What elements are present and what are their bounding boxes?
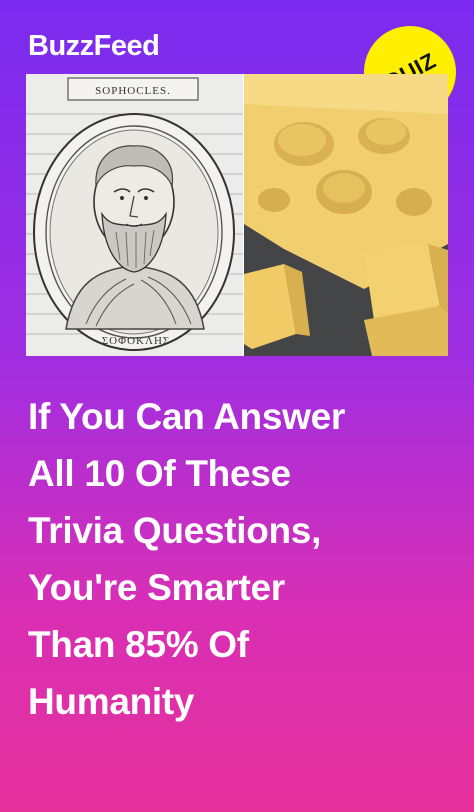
headline-line: You're Smarter bbox=[28, 567, 285, 608]
headline-line: Humanity bbox=[28, 681, 195, 722]
headline-line: Than 85% Of bbox=[28, 624, 249, 665]
headline-line: All 10 Of These bbox=[28, 453, 291, 494]
engraving-bottom-caption: ΣΟΦΟΚΛΗΣ bbox=[102, 335, 171, 347]
engraving-top-caption: SOPHOCLES. bbox=[95, 85, 171, 97]
quiz-headline: If You Can Answer All 10 Of These Trivia… bbox=[28, 388, 448, 730]
headline-line: Trivia Questions, bbox=[28, 510, 322, 551]
sophocles-engraving-image: SOPHOCLES. ΣΟΦΟΚΛΗΣ bbox=[26, 74, 243, 356]
cover-image-pair: SOPHOCLES. ΣΟΦΟΚΛΗΣ bbox=[26, 74, 448, 356]
cheese-blocks-illustration bbox=[244, 74, 448, 356]
headline-line: If You Can Answer bbox=[28, 396, 345, 437]
buzzfeed-logo: BuzzFeed bbox=[28, 30, 160, 62]
sophocles-portrait-illustration: SOPHOCLES. ΣΟΦΟΚΛΗΣ bbox=[26, 74, 243, 356]
cheese-image bbox=[244, 74, 448, 356]
